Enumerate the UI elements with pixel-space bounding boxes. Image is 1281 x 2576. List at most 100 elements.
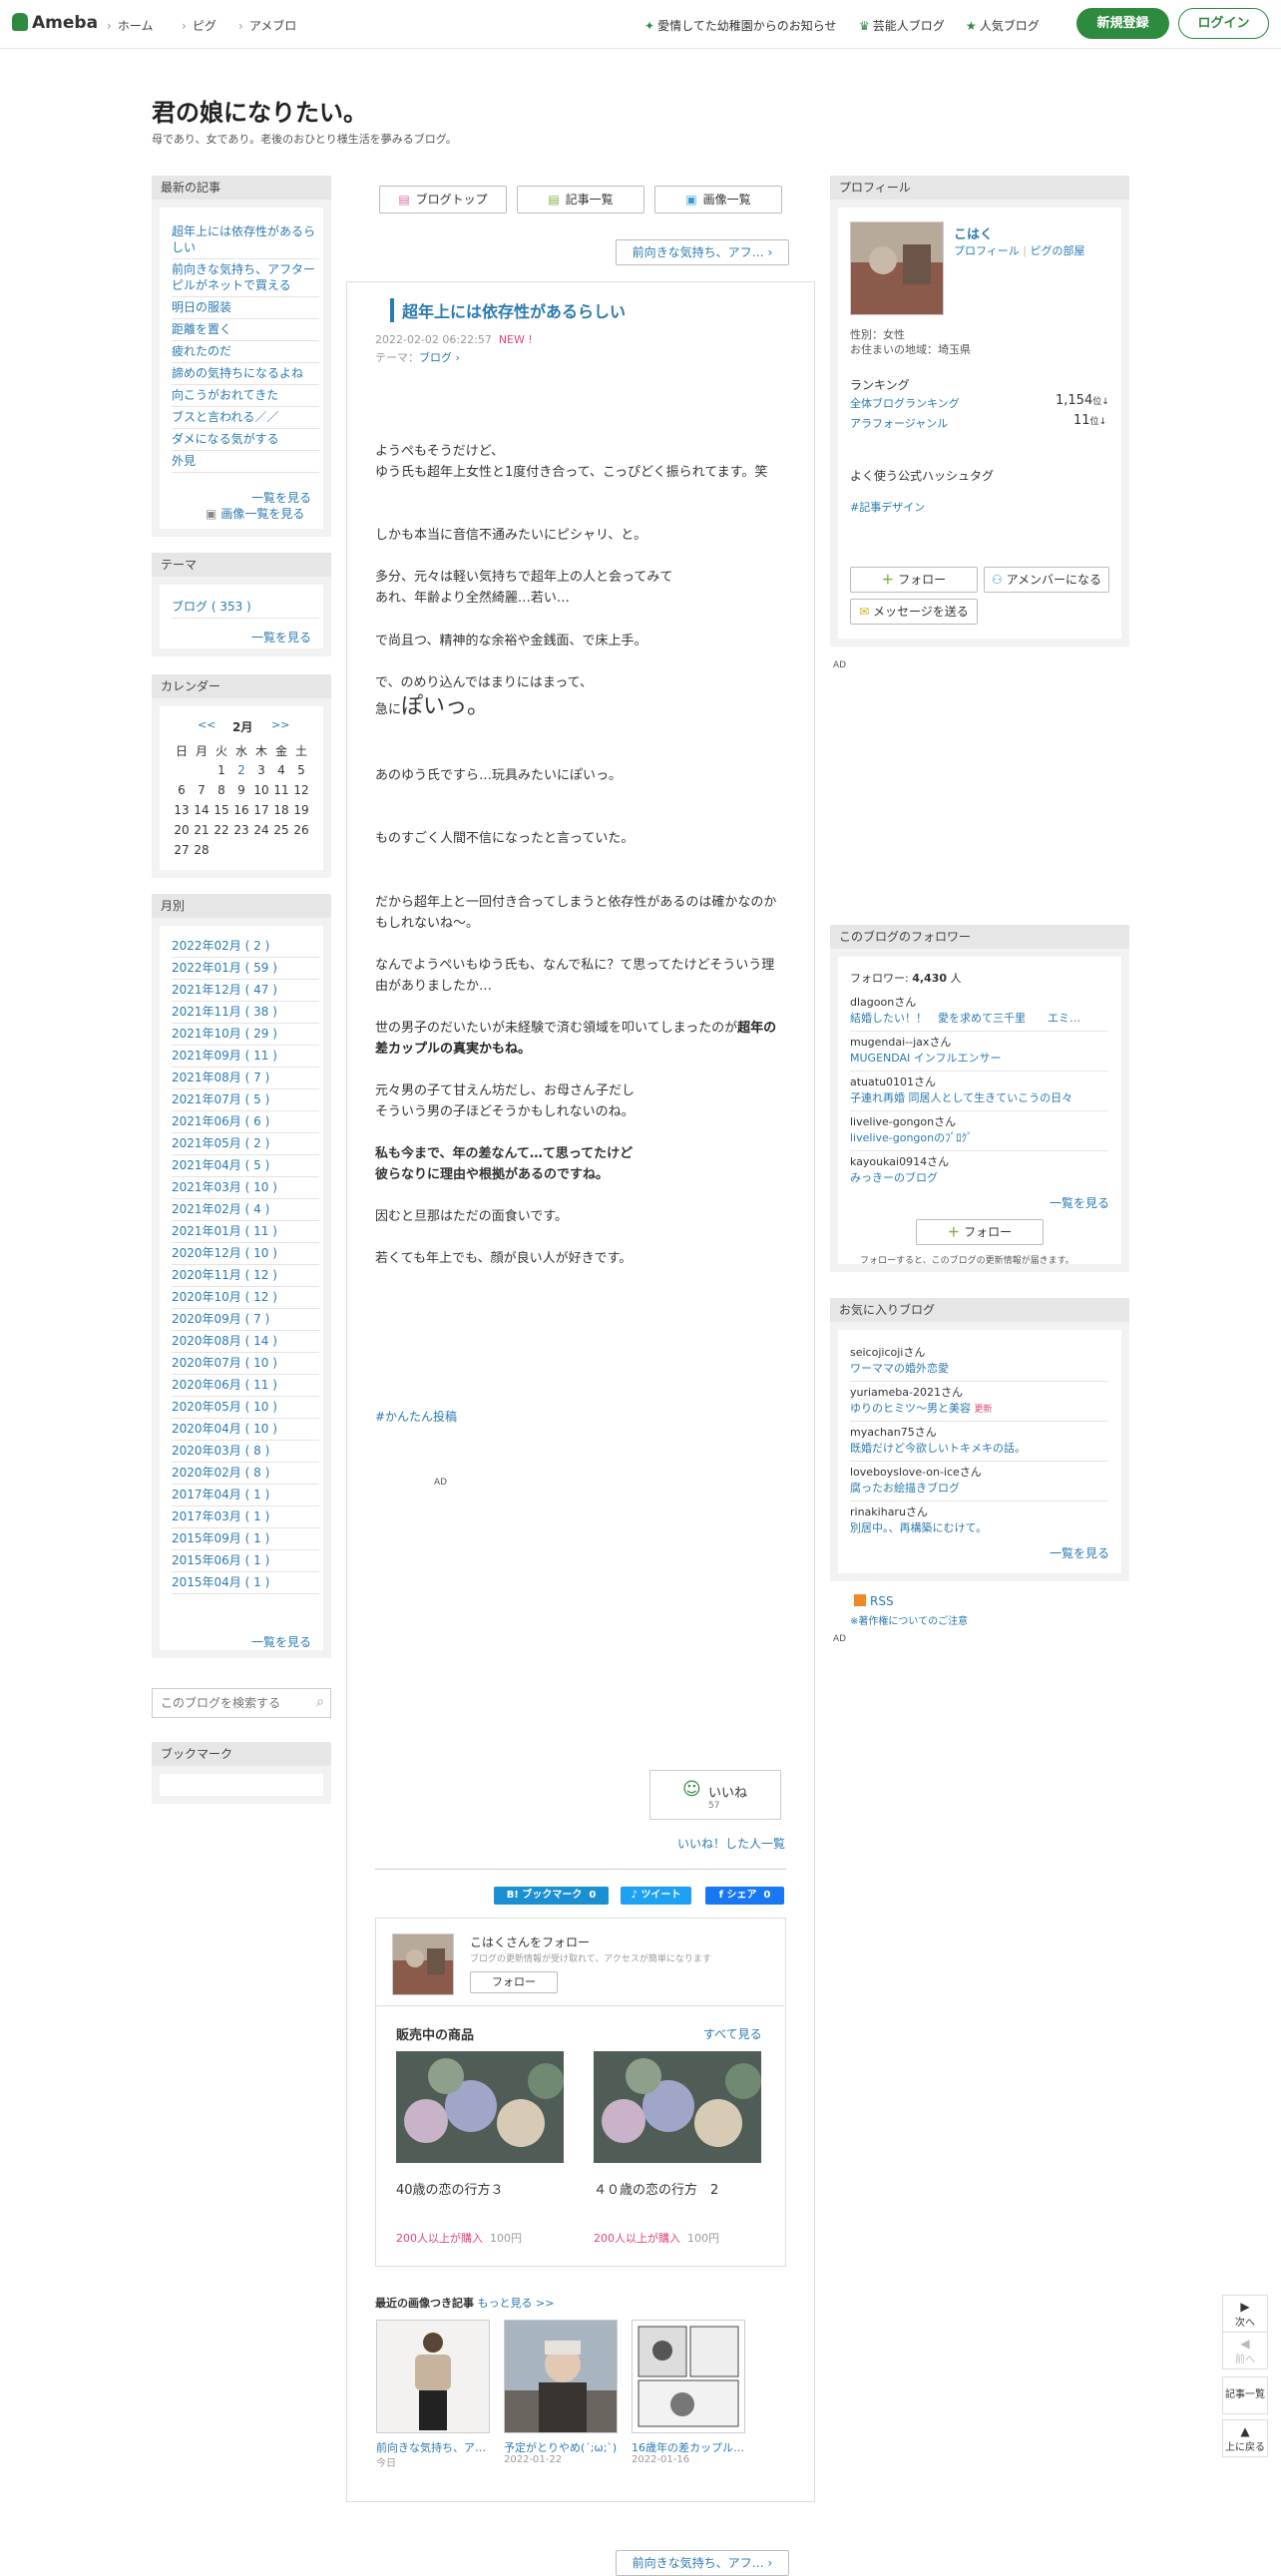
recent-image-title-link[interactable]: 16歳年の差カップル… xyxy=(632,2439,745,2455)
recent-image-thumb[interactable] xyxy=(632,2320,745,2433)
like-users-link[interactable]: いいね！した人一覧 xyxy=(677,1835,785,1852)
search-icon[interactable]: ⌕ xyxy=(316,1694,324,1710)
monthly-link[interactable]: 2015年09月 ( 1 ) xyxy=(172,1528,319,1550)
monthly-more-link[interactable]: 一覧を見る xyxy=(251,1633,311,1650)
official-hashtag-link[interactable]: #記事デザイン xyxy=(850,499,925,515)
theme-more-link[interactable]: 一覧を見る xyxy=(251,629,311,645)
product-name[interactable]: ４０歳の恋の行方 2 xyxy=(594,2179,718,2198)
nav-ameblo[interactable]: アメブロ xyxy=(238,17,296,34)
next-nav-button[interactable]: ▶ 次へ xyxy=(1222,2295,1268,2333)
calendar-prev-link[interactable]: << xyxy=(198,718,215,731)
product-name[interactable]: 40歳の恋の行方３ xyxy=(396,2179,504,2198)
monthly-link[interactable]: 2021年03月 ( 10 ) xyxy=(172,1177,319,1199)
monthly-link[interactable]: 2021年07月 ( 5 ) xyxy=(172,1089,319,1111)
recent-image-thumb[interactable] xyxy=(376,2320,490,2433)
hashtag-link[interactable]: #かんたん投稿 xyxy=(375,1408,457,1425)
favorite-blog-link[interactable]: ワーママの婚外恋愛 xyxy=(850,1362,949,1375)
monthly-link[interactable]: 2021年06月 ( 6 ) xyxy=(172,1111,319,1133)
login-button[interactable]: ログイン xyxy=(1178,8,1269,39)
profile-name[interactable]: こはく xyxy=(954,223,993,242)
article-list-nav-button[interactable]: 記事一覧 xyxy=(1222,2376,1268,2414)
genre-ranking-link[interactable]: アラフォージャンル xyxy=(850,415,948,431)
rss-link[interactable]: RSS xyxy=(854,1594,894,1608)
message-button[interactable]: ✉ メッセージを送る xyxy=(850,599,978,625)
tweet-button[interactable]: ♪ ツイート xyxy=(621,1887,691,1905)
shop-see-all-link[interactable]: すべて見る xyxy=(703,2025,762,2042)
profile-link[interactable]: プロフィール xyxy=(954,244,1020,257)
recent-article-link[interactable]: 距離を置く xyxy=(172,319,319,341)
nav-pig[interactable]: ピグ xyxy=(182,17,216,34)
ameba-logo[interactable]: Ameba xyxy=(12,13,98,33)
profile-follow-button[interactable]: ＋ フォロー xyxy=(850,567,978,593)
monthly-link[interactable]: 2020年05月 ( 10 ) xyxy=(172,1397,319,1419)
monthly-link[interactable]: 2020年02月 ( 8 ) xyxy=(172,1463,319,1485)
favorite-blog-link[interactable]: ゆりのヒミツ〜男と美容 xyxy=(850,1402,971,1415)
monthly-link[interactable]: 2020年10月 ( 12 ) xyxy=(172,1287,319,1309)
recent-article-link[interactable]: 外見 xyxy=(172,451,319,473)
monthly-link[interactable]: 2021年02月 ( 4 ) xyxy=(172,1199,319,1221)
sidebar-follow-button[interactable]: ＋ フォロー xyxy=(916,1219,1044,1245)
follower-blog-link[interactable]: みっきーのブログ xyxy=(850,1169,1107,1185)
monthly-link[interactable]: 2015年06月 ( 1 ) xyxy=(172,1550,319,1572)
article-title[interactable]: 超年上には依存性があるらしい xyxy=(390,298,626,322)
overall-ranking-link[interactable]: 全体ブログランキング xyxy=(850,395,960,411)
monthly-link[interactable]: 2021年11月 ( 38 ) xyxy=(172,1002,319,1024)
blog-top-button[interactable]: ▤ ブログトップ xyxy=(379,186,507,214)
recent-image-title-link[interactable]: 前向きな気持ち、ア… xyxy=(376,2439,490,2455)
hatena-bookmark-button[interactable]: B! ブックマーク 0 xyxy=(494,1887,609,1905)
next-article-button-top[interactable]: 前向きな気持ち、アフ… › xyxy=(616,239,789,265)
follower-blog-link[interactable]: 子連れ再婚 同居人として生きていこうの日々 xyxy=(850,1089,1107,1105)
monthly-link[interactable]: 2020年06月 ( 11 ) xyxy=(172,1375,319,1397)
theme-link[interactable]: ブログ ( 353 ) xyxy=(172,597,319,619)
monthly-link[interactable]: 2020年11月 ( 12 ) xyxy=(172,1265,319,1287)
calendar-day-link[interactable]: 2 xyxy=(231,760,251,780)
follower-blog-link[interactable]: MUGENDAI インフルエンサー xyxy=(850,1050,1107,1066)
recent-article-link[interactable]: 明日の服装 xyxy=(172,297,319,319)
monthly-link[interactable]: 2021年10月 ( 29 ) xyxy=(172,1024,319,1046)
recent-article-link[interactable]: 向こうがおれてきた xyxy=(172,385,319,407)
prev-nav-button[interactable]: ◀ 前へ xyxy=(1222,2332,1268,2369)
monthly-link[interactable]: 2017年04月 ( 1 ) xyxy=(172,1485,319,1506)
monthly-link[interactable]: 2022年01月 ( 59 ) xyxy=(172,958,319,980)
celebrity-blog-link[interactable]: ♛ 芸能人ブログ xyxy=(859,17,945,34)
recent-article-link[interactable]: 疲れたのだ xyxy=(172,341,319,363)
recent-article-link[interactable]: 諦めの気持ちになるよね xyxy=(172,363,319,385)
monthly-link[interactable]: 2017年03月 ( 1 ) xyxy=(172,1506,319,1528)
favorites-more-link[interactable]: 一覧を見る xyxy=(1050,1544,1109,1561)
article-theme-link[interactable]: ブログ xyxy=(419,351,452,364)
recent-article-link[interactable]: 超年上には依存性があるらしい xyxy=(172,221,319,259)
recent-article-link[interactable]: ブスと言われる／／ xyxy=(172,407,319,429)
blog-title[interactable]: 君の娘になりたい。 xyxy=(152,93,367,128)
back-to-top-button[interactable]: ▲ 上に戻る xyxy=(1222,2419,1268,2457)
popular-blog-link[interactable]: ★ 人気ブログ xyxy=(966,17,1040,34)
next-article-button-bottom[interactable]: 前向きな気持ち、アフ… › xyxy=(616,2550,789,2576)
monthly-link[interactable]: 2020年12月 ( 10 ) xyxy=(172,1243,319,1265)
followers-more-link[interactable]: 一覧を見る xyxy=(1050,1194,1109,1211)
recent-article-link[interactable]: ダメになる気がする xyxy=(172,429,319,451)
profile-avatar[interactable] xyxy=(850,221,944,315)
monthly-link[interactable]: 2021年04月 ( 5 ) xyxy=(172,1155,319,1177)
favorite-blog-link[interactable]: 既婚だけど今欲しいトキメキの話。 xyxy=(850,1442,1026,1455)
recent-article-link[interactable]: 前向きな気持ち、アフターピルがネットで買える xyxy=(172,259,319,297)
article-list-button[interactable]: ▤ 記事一覧 xyxy=(517,186,644,214)
recent-image-thumb[interactable] xyxy=(504,2320,618,2433)
monthly-link[interactable]: 2021年05月 ( 2 ) xyxy=(172,1133,319,1155)
product-image[interactable] xyxy=(594,2051,761,2163)
monthly-link[interactable]: 2020年08月 ( 14 ) xyxy=(172,1331,319,1353)
monthly-link[interactable]: 2015年04月 ( 1 ) xyxy=(172,1572,319,1594)
monthly-link[interactable]: 2020年09月 ( 7 ) xyxy=(172,1309,319,1331)
copyright-notice-link[interactable]: ※著作権についてのご注意 xyxy=(850,1612,968,1627)
blog-search-input[interactable] xyxy=(159,1689,302,1717)
like-button[interactable]: ☺ いいね 57 xyxy=(649,1770,781,1820)
amember-button[interactable]: ⚇ アメンバーになる xyxy=(984,567,1109,593)
monthly-link[interactable]: 2020年04月 ( 10 ) xyxy=(172,1419,319,1441)
monthly-link[interactable]: 2021年08月 ( 7 ) xyxy=(172,1068,319,1089)
favorite-blog-link[interactable]: 腐ったお絵描きブログ xyxy=(850,1482,960,1495)
recent-more-link[interactable]: 一覧を見る xyxy=(251,489,311,506)
follower-blog-link[interactable]: 結婚したい！！ 愛を求めて三千里 エミ… xyxy=(850,1010,1107,1026)
monthly-link[interactable]: 2020年03月 ( 8 ) xyxy=(172,1441,319,1463)
favorite-blog-link[interactable]: 別居中。、再構築にむけて。 xyxy=(850,1521,987,1534)
notice-link[interactable]: ✦ 愛情してた幼稚園からのお知らせ xyxy=(644,17,836,34)
monthly-link[interactable]: 2021年01月 ( 11 ) xyxy=(172,1221,319,1243)
recent-image-more-link[interactable]: もっと見る >> xyxy=(478,2297,555,2310)
